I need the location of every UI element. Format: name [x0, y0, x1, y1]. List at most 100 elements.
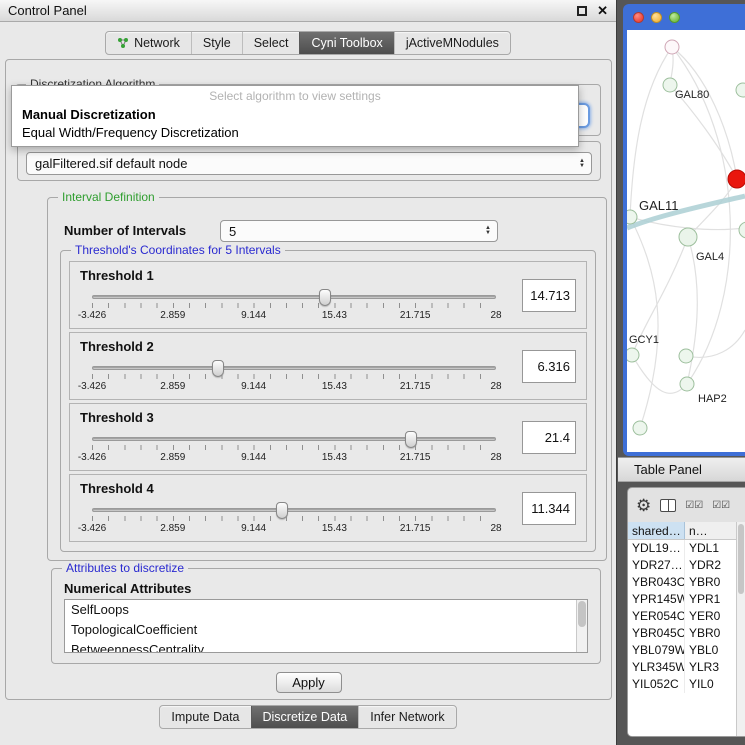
scale-label: 9.144: [241, 523, 266, 534]
table-row[interactable]: YDL19…YDL1: [628, 540, 736, 557]
select-all-checkboxes-icon[interactable]: ☑☑: [685, 500, 703, 511]
bottom-tabbar: Impute Data Discretize Data Infer Networ…: [159, 705, 456, 729]
cell[interactable]: YDR2: [685, 557, 736, 574]
cell[interactable]: YBR043C: [628, 574, 685, 591]
table-row[interactable]: YPR145WYPR1: [628, 591, 736, 608]
scale-label: 15.43: [322, 452, 347, 463]
network-node[interactable]: [679, 349, 693, 363]
close-icon[interactable]: ✕: [597, 6, 608, 16]
scale-label: 2.859: [160, 452, 185, 463]
cell[interactable]: YBL079W: [628, 642, 685, 659]
threshold-value-field[interactable]: 14.713: [522, 279, 576, 312]
cell[interactable]: YPR145W: [628, 591, 685, 608]
slider-track[interactable]: [92, 295, 496, 299]
tab-label: Discretize Data: [263, 710, 348, 724]
tab-select[interactable]: Select: [242, 32, 300, 54]
threshold-value-field[interactable]: 11.344: [522, 492, 576, 525]
network-node[interactable]: [739, 222, 745, 238]
column-header-name[interactable]: n…: [685, 522, 736, 539]
threshold-label: Threshold 2: [80, 339, 154, 354]
network-node[interactable]: [627, 348, 639, 362]
table-data-select[interactable]: galFiltered.sif default node ▲▼: [26, 152, 592, 175]
network-canvas[interactable]: GAL80 GAL11 GAL4 GCY1 HAP2: [627, 30, 745, 452]
tab-style[interactable]: Style: [191, 32, 242, 54]
attributes-scrollbar[interactable]: [576, 600, 587, 652]
table-scrollbar[interactable]: [736, 522, 745, 736]
network-node[interactable]: [736, 83, 745, 97]
cell[interactable]: YIL052C: [628, 676, 685, 693]
network-node[interactable]: [680, 377, 694, 391]
slider-track[interactable]: [92, 437, 496, 441]
mac-zoom-icon[interactable]: [669, 12, 680, 23]
cell[interactable]: YER0: [685, 608, 736, 625]
float-window-icon[interactable]: [577, 6, 587, 16]
table-data-value: galFiltered.sif default node: [35, 156, 187, 171]
tab-discretize-data[interactable]: Discretize Data: [251, 706, 359, 728]
table-panel-header[interactable]: Table Panel: [618, 457, 745, 482]
cell[interactable]: YIL0: [685, 676, 736, 693]
threshold-value-field[interactable]: 6.316: [522, 350, 576, 383]
cell[interactable]: YLR3: [685, 659, 736, 676]
scale-label: 15.43: [322, 523, 347, 534]
list-item[interactable]: TopologicalCoefficient: [65, 620, 587, 640]
tab-impute-data[interactable]: Impute Data: [160, 706, 250, 728]
scrollbar-thumb[interactable]: [578, 601, 586, 627]
top-tabbar: Network Style Select Cyni Toolbox jActiv…: [105, 31, 511, 55]
node-label-gal4: GAL4: [696, 251, 724, 263]
table-row[interactable]: YBR045CYBR0: [628, 625, 736, 642]
network-node[interactable]: [633, 421, 647, 435]
network-node[interactable]: [665, 40, 679, 54]
dropdown-option-equal-width[interactable]: Equal Width/Frequency Discretization: [12, 123, 578, 141]
network-view-window: GAL80 GAL11 GAL4 GCY1 HAP2: [623, 4, 745, 456]
scale-label: 21.715: [400, 523, 431, 534]
slider-track[interactable]: [92, 508, 496, 512]
table-row[interactable]: YIL052CYIL0: [628, 676, 736, 693]
slider-scale: -3.426 2.859 9.144 15.43 21.715 28: [92, 523, 496, 535]
slider-track[interactable]: [92, 366, 496, 370]
list-item[interactable]: SelfLoops: [65, 600, 587, 620]
table-row[interactable]: YDR27…YDR2: [628, 557, 736, 574]
table-row[interactable]: YBL079WYBL0: [628, 642, 736, 659]
selected-node[interactable]: [728, 170, 745, 188]
cell[interactable]: YBR0: [685, 574, 736, 591]
scrollbar-thumb[interactable]: [738, 524, 744, 594]
interval-definition-group: Interval Definition Number of Intervals …: [47, 197, 607, 561]
cell[interactable]: YLR345W: [628, 659, 685, 676]
cell[interactable]: YDL1: [685, 540, 736, 557]
tab-network[interactable]: Network: [106, 32, 191, 54]
select-none-checkboxes-icon[interactable]: ☑☑: [712, 500, 730, 511]
slider-scale: -3.426 2.859 9.144 15.43 21.715 28: [92, 310, 496, 322]
column-header-shared-name[interactable]: shared…: [628, 522, 685, 539]
gear-icon[interactable]: ⚙: [636, 497, 651, 514]
mac-minimize-icon[interactable]: [651, 12, 662, 23]
network-node[interactable]: [679, 228, 697, 246]
mac-close-icon[interactable]: [633, 12, 644, 23]
table-data-group: Table Data galFiltered.sif default node …: [17, 141, 601, 181]
algorithm-dropdown-popup: Select algorithm to view settings Manual…: [11, 85, 579, 147]
cell[interactable]: YDL19…: [628, 540, 685, 557]
number-of-intervals-select[interactable]: 5 ▲▼: [220, 220, 498, 242]
threshold-slider-1: -3.426 2.859 9.144 15.43 21.715 28: [80, 286, 508, 326]
list-item[interactable]: BetweennessCentrality: [65, 640, 587, 653]
scale-label: 28: [490, 310, 501, 321]
cell[interactable]: YBR045C: [628, 625, 685, 642]
cell[interactable]: YER054C: [628, 608, 685, 625]
tab-jactivemnodules[interactable]: jActiveMNodules: [394, 32, 510, 54]
cell[interactable]: YPR1: [685, 591, 736, 608]
cell[interactable]: YBR0: [685, 625, 736, 642]
apply-button[interactable]: Apply: [276, 672, 342, 693]
number-of-intervals-label: Number of Intervals: [64, 223, 186, 238]
cell[interactable]: YDR27…: [628, 557, 685, 574]
network-node[interactable]: [627, 210, 637, 224]
dropdown-option-manual-discretization[interactable]: Manual Discretization: [12, 105, 578, 123]
threshold-value-field[interactable]: 21.4: [522, 421, 576, 454]
cell[interactable]: YBL0: [685, 642, 736, 659]
table-row[interactable]: YER054CYER0: [628, 608, 736, 625]
tab-label: Select: [254, 36, 289, 50]
table-row[interactable]: YBR043CYBR0: [628, 574, 736, 591]
tab-label: Infer Network: [370, 710, 444, 724]
tab-infer-network[interactable]: Infer Network: [358, 706, 455, 728]
tab-cyni-toolbox[interactable]: Cyni Toolbox: [299, 32, 393, 54]
columns-icon[interactable]: [660, 499, 676, 512]
table-row[interactable]: YLR345WYLR3: [628, 659, 736, 676]
